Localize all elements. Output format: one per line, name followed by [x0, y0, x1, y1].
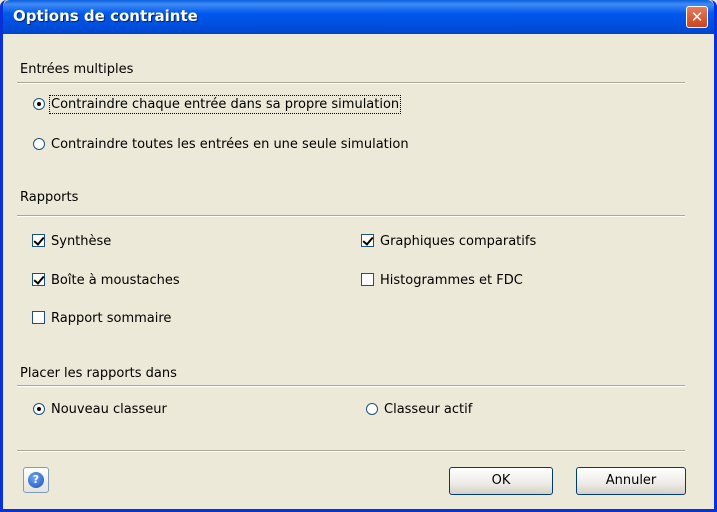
radio-own-simulation[interactable]: Contraindre chaque entrée dans sa propre… [33, 95, 402, 114]
placement-title: Placer les rapports dans [20, 366, 177, 381]
separator [17, 82, 685, 84]
reports-title: Rapports [20, 190, 79, 205]
checkbox-comparative-charts[interactable]: Graphiques comparatifs [361, 234, 536, 249]
checkbox-indicator [361, 273, 374, 286]
checkbox-summary-report[interactable]: Rapport sommaire [32, 311, 171, 326]
multiple-inputs-title: Entrées multiples [20, 62, 134, 77]
checkbox-indicator [32, 311, 45, 324]
ok-button[interactable]: OK [449, 467, 553, 495]
radio-active-workbook-label: Classeur actif [384, 402, 473, 417]
checkbox-indicator-checked [32, 273, 45, 286]
dialog-window: Options de contrainte ✕ Entrées multiple… [0, 0, 717, 512]
radio-active-workbook[interactable]: Classeur actif [366, 402, 472, 417]
window-title: Options de contrainte [13, 7, 198, 25]
radio-single-simulation[interactable]: Contraindre toutes les entrées en une se… [33, 137, 409, 152]
checkbox-box-plot-label: Boîte à moustaches [51, 273, 180, 288]
checkbox-synthese-label: Synthèse [51, 234, 112, 249]
help-button[interactable]: ? [23, 467, 49, 493]
radio-indicator-selected [33, 98, 45, 110]
checkbox-indicator-checked [32, 234, 45, 247]
radio-new-workbook-label: Nouveau classeur [51, 402, 167, 417]
separator [17, 450, 685, 452]
help-icon: ? [28, 472, 44, 488]
radio-indicator-selected [33, 403, 45, 415]
checkbox-histograms-label: Histogrammes et FDC [380, 273, 523, 288]
checkbox-synthese[interactable]: Synthèse [32, 234, 111, 249]
separator [17, 385, 685, 387]
checkbox-comparative-charts-label: Graphiques comparatifs [380, 234, 537, 249]
checkbox-indicator-checked [361, 234, 374, 247]
radio-own-simulation-label: Contraindre chaque entrée dans sa propre… [48, 95, 402, 114]
radio-indicator [33, 138, 45, 150]
cancel-button[interactable]: Annuler [576, 467, 686, 495]
radio-new-workbook[interactable]: Nouveau classeur [33, 402, 167, 417]
radio-indicator [366, 403, 378, 415]
close-icon: ✕ [690, 8, 704, 26]
close-button[interactable]: ✕ [686, 6, 708, 28]
checkbox-histograms[interactable]: Histogrammes et FDC [361, 273, 523, 288]
separator [17, 215, 685, 217]
title-bar: Options de contrainte ✕ [3, 0, 714, 34]
radio-single-simulation-label: Contraindre toutes les entrées en une se… [51, 137, 409, 152]
checkbox-summary-report-label: Rapport sommaire [51, 311, 172, 326]
checkbox-box-plot[interactable]: Boîte à moustaches [32, 273, 180, 288]
